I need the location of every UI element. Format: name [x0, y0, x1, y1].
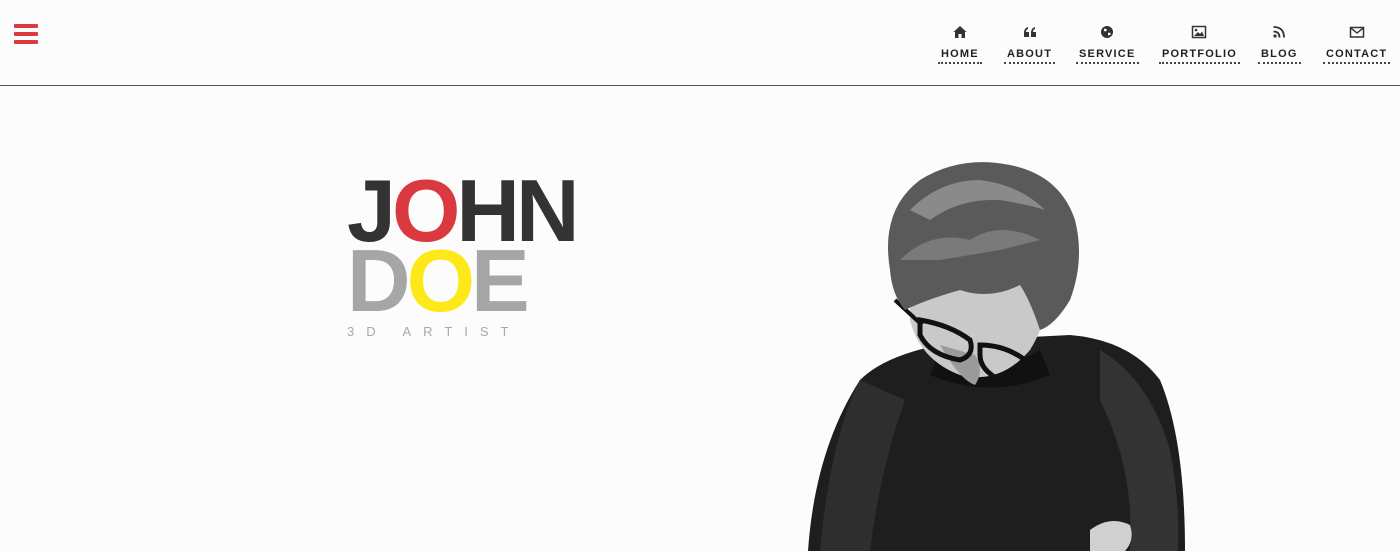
- hero-logo: JOHN DOE 3D ARTIST: [347, 167, 580, 340]
- nav-item-contact[interactable]: CONTACT: [1323, 24, 1391, 64]
- nav-label: ABOUT: [1004, 48, 1056, 64]
- quote-icon: [1023, 27, 1036, 37]
- globe-icon: [1101, 26, 1114, 38]
- logo-letter-accent: O: [406, 231, 475, 330]
- nav-label: PORTFOLIO: [1159, 48, 1240, 64]
- nav-item-home[interactable]: HOME: [938, 24, 982, 64]
- nav-label: SERVICE: [1076, 48, 1139, 64]
- portrait-photo: [808, 162, 1185, 551]
- envelope-icon: [1349, 26, 1364, 38]
- home-icon: [953, 26, 967, 38]
- rss-icon: [1273, 26, 1286, 38]
- nav-item-portfolio[interactable]: PORTFOLIO: [1159, 24, 1240, 64]
- nav-item-about[interactable]: ABOUT: [1004, 24, 1056, 64]
- site-header: HOME ABOUT SERVICE PORTFOLIO BLOG CONTAC…: [0, 0, 1400, 86]
- nav-item-blog[interactable]: BLOG: [1258, 24, 1301, 64]
- logo-letters: D: [347, 231, 411, 330]
- nav-label: BLOG: [1258, 48, 1301, 64]
- nav-label: HOME: [938, 48, 982, 64]
- image-icon: [1192, 25, 1207, 39]
- logo-letters: E: [471, 231, 530, 330]
- main-nav: HOME ABOUT SERVICE PORTFOLIO BLOG CONTAC…: [0, 0, 1400, 86]
- nav-item-service[interactable]: SERVICE: [1076, 24, 1139, 64]
- hero-tagline: 3D ARTIST: [347, 324, 521, 339]
- nav-label: CONTACT: [1323, 48, 1391, 64]
